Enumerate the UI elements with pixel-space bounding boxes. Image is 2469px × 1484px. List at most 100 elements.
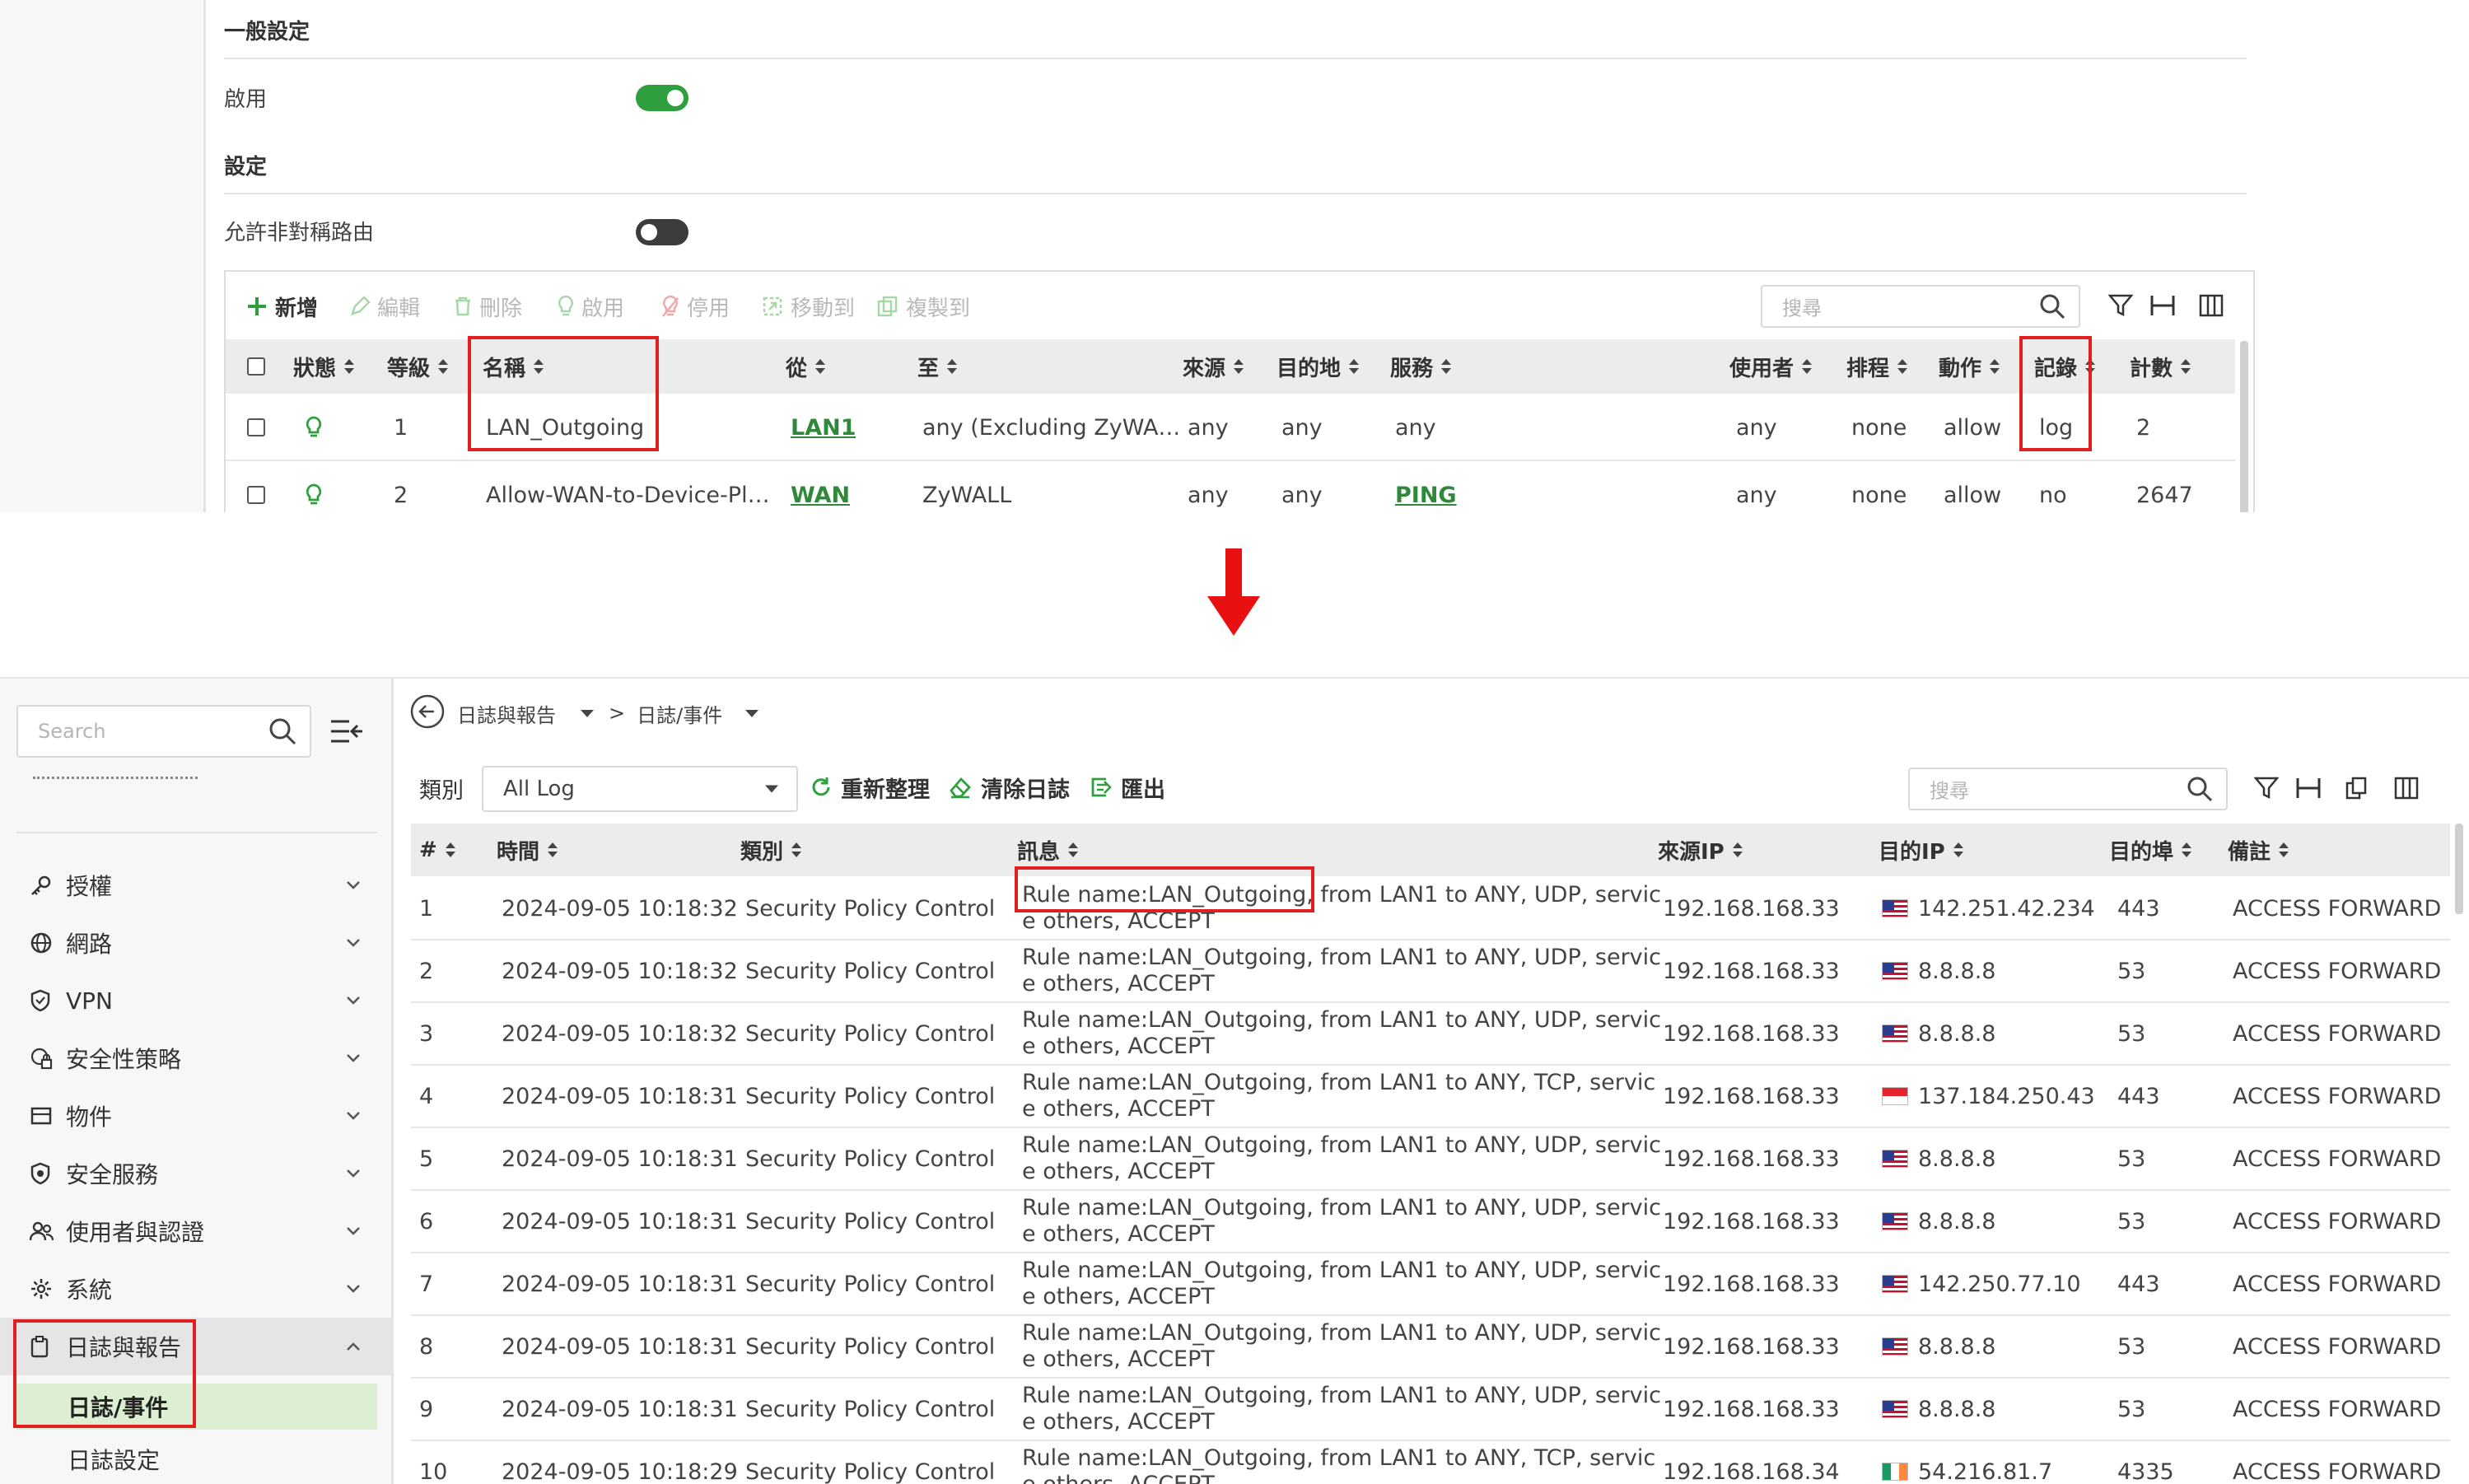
category-select[interactable]: All Log	[482, 766, 798, 812]
sidebar-item-log-report[interactable]: 日誌與報告	[0, 1318, 394, 1375]
export-button[interactable]: 匯出	[1090, 769, 1165, 805]
fit-width-icon[interactable]	[2295, 776, 2322, 800]
table-row[interactable]: 4 2024-09-05 10:18:31 Security Policy Cont…	[411, 1066, 2450, 1128]
table-row[interactable]: 7 2024-09-05 10:18:31 Security Policy Cont…	[411, 1253, 2450, 1316]
activate-button[interactable]: 啟用	[557, 290, 624, 323]
asym-routing-toggle[interactable]	[636, 219, 688, 245]
table-row[interactable]: 5 2024-09-05 10:18:31 Security Policy Cont…	[411, 1128, 2450, 1191]
col-dst-port[interactable]: 目的埠	[2109, 824, 2192, 876]
cell-from-link[interactable]: LAN1	[791, 395, 856, 460]
col-time[interactable]: 時間	[497, 824, 558, 876]
filter-icon[interactable]	[2108, 293, 2133, 318]
breadcrumb-root-dropdown-icon[interactable]	[581, 709, 594, 717]
cell-category: Security Policy Control	[745, 1396, 996, 1422]
sidebar-item-label: 物件	[66, 1104, 113, 1131]
breadcrumb-current-dropdown-icon[interactable]	[745, 709, 759, 717]
back-icon[interactable]	[409, 693, 446, 730]
col-count[interactable]: 計數	[2130, 339, 2191, 394]
col-status[interactable]: 狀態	[293, 339, 355, 394]
col-src-ip[interactable]: 來源IP	[1658, 824, 1743, 876]
sidebar-item-vpn[interactable]: VPN	[0, 972, 394, 1029]
breadcrumb-root[interactable]: 日誌與報告	[457, 699, 556, 728]
enable-toggle[interactable]	[636, 85, 688, 111]
move-to-button[interactable]: 移動到	[761, 290, 855, 323]
sidebar-subitem-log-settings[interactable]: 日誌設定	[16, 1436, 377, 1482]
lock-globe-icon	[30, 1048, 53, 1070]
clear-log-button[interactable]: 清除日誌	[948, 769, 1070, 805]
col-service[interactable]: 服務	[1390, 339, 1452, 394]
search-icon[interactable]	[268, 717, 296, 745]
search-icon[interactable]	[2039, 293, 2065, 320]
cell-dst-ip: 54.216.81.7	[1882, 1441, 2052, 1484]
cell-src-ip: 192.168.168.33	[1663, 1208, 1840, 1234]
edit-button[interactable]: 編輯	[349, 290, 420, 323]
vertical-scrollbar[interactable]	[2455, 824, 2463, 914]
col-log[interactable]: 記錄	[2034, 339, 2096, 394]
col-schedule[interactable]: 排程	[1846, 339, 1908, 394]
col-user[interactable]: 使用者	[1729, 339, 1813, 394]
sidebar-item-security-policy[interactable]: 安全性策略	[0, 1029, 394, 1087]
columns-icon[interactable]	[2199, 293, 2224, 318]
select-all-checkbox[interactable]	[247, 339, 265, 394]
sidebar-item-objects[interactable]: 物件	[0, 1087, 394, 1145]
col-num[interactable]: #	[419, 824, 455, 876]
policy-table-header: 狀態 等級 名稱 從 至 來源 目的地 服務 使用者 排程 動作 記錄 計數	[226, 339, 2235, 394]
log-search-input[interactable]: 搜尋	[1908, 768, 2228, 810]
sidebar-item-users-auth[interactable]: 使用者與認證	[0, 1202, 394, 1260]
col-source[interactable]: 來源	[1183, 339, 1244, 394]
collapse-sidebar-icon[interactable]	[329, 716, 366, 746]
table-row[interactable]: 2 2024-09-05 10:18:32 Security Policy Cont…	[411, 940, 2450, 1003]
col-message[interactable]: 訊息	[1017, 824, 1079, 876]
refresh-button[interactable]: 重新整理	[810, 769, 930, 805]
col-priority[interactable]: 等級	[387, 339, 449, 394]
table-row[interactable]: 1 2024-09-05 10:18:32 Security Policy Cont…	[411, 878, 2450, 940]
clone-button[interactable]: 複製到	[876, 290, 970, 323]
table-row[interactable]: 9 2024-09-05 10:18:31 Security Policy Cont…	[411, 1379, 2450, 1441]
bulb-off-icon	[662, 295, 679, 317]
sidebar-item-security-services[interactable]: 安全服務	[0, 1145, 394, 1202]
col-from[interactable]: 從	[786, 339, 826, 394]
col-category[interactable]: 類別	[740, 824, 802, 876]
cell-time: 2024-09-05 10:18:31	[502, 1208, 738, 1234]
table-row[interactable]: 6 2024-09-05 10:18:31 Security Policy Cont…	[411, 1191, 2450, 1253]
fit-width-icon[interactable]	[2149, 293, 2176, 318]
cell-note: ACCESS FORWARD	[2233, 1146, 2442, 1172]
sidebar-subitem-log-events[interactable]: 日誌/事件	[16, 1384, 377, 1430]
cell-schedule: none	[1851, 414, 1907, 441]
row-checkbox[interactable]	[247, 395, 265, 460]
sidebar-search-input[interactable]: Search	[16, 705, 311, 758]
cell-dst-port: 4335	[2117, 1458, 2174, 1484]
table-row[interactable]: 1 LAN_Outgoing LAN1 any (Excluding ZyWA……	[226, 395, 2235, 461]
search-icon[interactable]	[2187, 776, 2213, 802]
sidebar-item-license[interactable]: 授權	[0, 856, 394, 914]
cell-category: Security Policy Control	[745, 1271, 996, 1297]
status-bulb-icon	[305, 395, 323, 460]
deactivate-button[interactable]: 停用	[660, 290, 730, 323]
columns-icon[interactable]	[2394, 776, 2419, 800]
add-button[interactable]: 新增	[245, 290, 318, 323]
cell-src-ip: 192.168.168.33	[1663, 1020, 1840, 1047]
table-row[interactable]: 3 2024-09-05 10:18:32 Security Policy Cont…	[411, 1003, 2450, 1066]
chevron-down-icon	[347, 881, 360, 889]
col-name[interactable]: 名稱	[483, 339, 544, 394]
table-row[interactable]: 2 Allow-WAN-to-Device-Pl… WAN ZyWALL any…	[226, 463, 2235, 512]
col-note[interactable]: 備註	[2228, 824, 2289, 876]
breadcrumb-current[interactable]: 日誌/事件	[637, 699, 722, 728]
table-row[interactable]: 8 2024-09-05 10:18:31 Security Policy Cont…	[411, 1316, 2450, 1379]
sidebar-item-system[interactable]: 系統	[0, 1260, 394, 1318]
vertical-scrollbar[interactable]	[2240, 341, 2248, 512]
cell-service-link[interactable]: PING	[1395, 463, 1457, 512]
col-action[interactable]: 動作	[1939, 339, 2000, 394]
row-checkbox[interactable]	[247, 463, 265, 512]
delete-button[interactable]: 刪除	[453, 290, 522, 323]
policy-search-input[interactable]: 搜尋	[1761, 285, 2080, 328]
filter-icon[interactable]	[2254, 776, 2279, 800]
col-dst-ip[interactable]: 目的IP	[1879, 824, 1963, 876]
col-to[interactable]: 至	[917, 339, 958, 394]
table-row[interactable]: 10 2024-09-05 10:18:29 Security Policy Con…	[411, 1441, 2450, 1484]
col-destination[interactable]: 目的地	[1277, 339, 1360, 394]
cell-from-link[interactable]: WAN	[791, 463, 850, 512]
copy-icon[interactable]	[2345, 776, 2369, 800]
sidebar-item-network[interactable]: 網路	[0, 914, 394, 972]
cell-num: 4	[419, 1083, 434, 1109]
